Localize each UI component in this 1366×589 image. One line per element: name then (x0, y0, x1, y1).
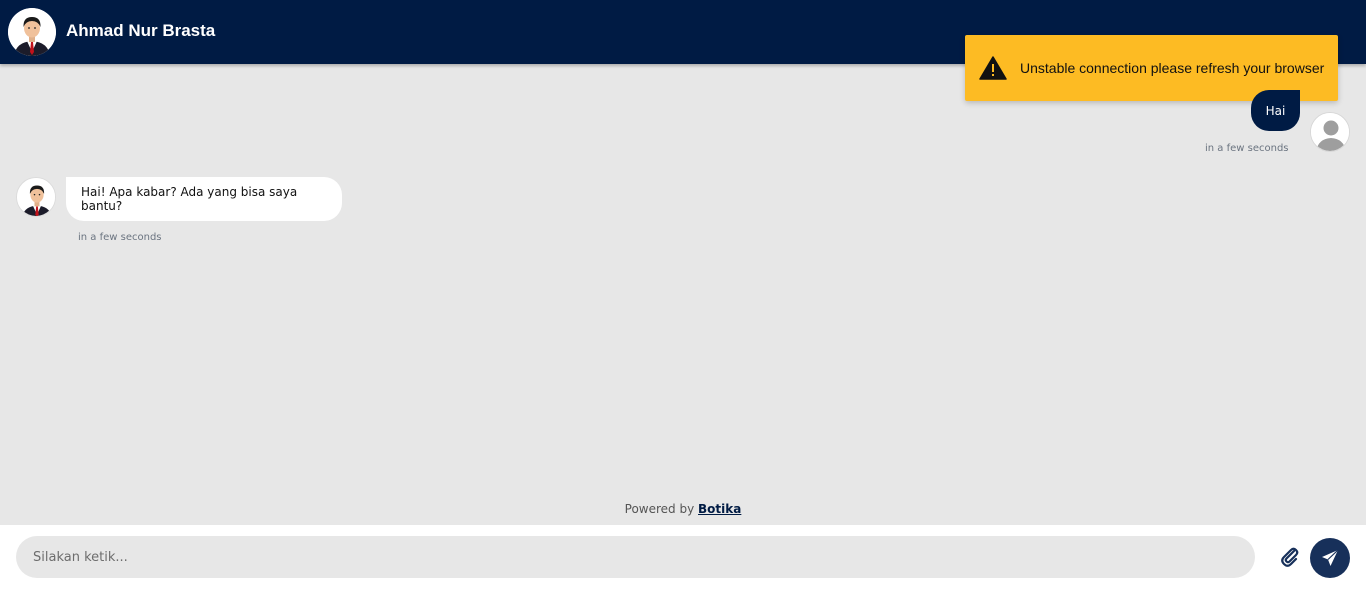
bot-message-bubble: Hai! Apa kabar? Ada yang bisa saya bantu… (66, 177, 342, 221)
page-title: Ahmad Nur Brasta (66, 21, 216, 40)
user-placeholder-icon (1310, 112, 1350, 152)
agent-avatar-icon (8, 8, 56, 56)
botika-link[interactable]: Botika (698, 502, 741, 516)
powered-by: Powered by Botika (0, 502, 1366, 516)
warning-icon (979, 55, 1007, 81)
send-icon (1322, 549, 1339, 566)
agent-avatar-icon (16, 177, 56, 217)
send-button[interactable] (1310, 538, 1350, 578)
paperclip-icon[interactable] (1280, 546, 1300, 568)
message-timestamp: in a few seconds (78, 232, 162, 243)
message-timestamp: in a few seconds (1205, 143, 1289, 154)
toast-message: Unstable connection please refresh your … (1020, 60, 1325, 76)
user-message-bubble: Hai (1251, 90, 1300, 131)
message-input[interactable] (16, 536, 1255, 578)
composer (0, 525, 1366, 589)
powered-by-label: Powered by (624, 502, 695, 516)
